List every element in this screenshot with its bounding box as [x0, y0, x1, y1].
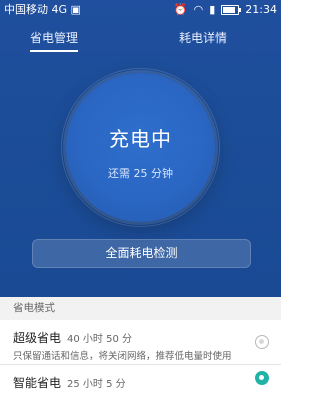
mode-name: 智能省电: [13, 376, 62, 390]
tab-power-management[interactable]: 省电管理: [30, 26, 78, 50]
wifi-icon: ◠: [193, 3, 204, 16]
mode-description: 只保留通话和信息，将关闭网络，推荐低电量时使用: [13, 351, 232, 362]
charging-status-circle: 充电中 还需 25 分钟: [61, 68, 220, 227]
full-power-check-button[interactable]: 全面耗电检测: [32, 239, 251, 268]
mode-title: 超级省电 40 小时 50 分: [13, 329, 132, 346]
tab-power-details[interactable]: 耗电详情: [179, 26, 227, 50]
mode-row-smart-saving[interactable]: 智能省电 25 小时 5 分: [0, 365, 281, 400]
mode-title: 智能省电 25 小时 5 分: [13, 374, 126, 391]
power-mode-section-label: 省电模式: [0, 297, 281, 320]
mode-name: 超级省电: [13, 331, 62, 345]
mode-radio-super-saving[interactable]: [255, 335, 269, 349]
status-time: 21:34: [245, 3, 277, 16]
header-panel: 中国移动 4G ▣ ⏰ ◠ ▮ 21:34 省电管理 耗电详情 充电中 还需 2…: [0, 0, 281, 297]
charging-remaining-time: 还需 25 分钟: [108, 167, 173, 180]
image-icon: ▣: [70, 3, 81, 16]
mode-time: 25 小时 5 分: [67, 379, 126, 390]
mode-time: 40 小时 50 分: [67, 334, 133, 345]
carrier-label: 中国移动 4G: [4, 3, 68, 16]
battery-icon: [221, 4, 242, 15]
charging-title: 充电中: [109, 127, 172, 151]
status-bar: 中国移动 4G ▣ ⏰ ◠ ▮ 21:34: [0, 0, 281, 19]
alarm-icon: ⏰: [173, 3, 188, 16]
signal-4g-icon: ▮: [209, 3, 216, 16]
active-tab-indicator: [30, 50, 78, 52]
tab-bar: 省电管理 耗电详情: [0, 26, 281, 52]
mode-row-super-saving[interactable]: 超级省电 40 小时 50 分 只保留通话和信息，将关闭网络，推荐低电量时使用: [0, 320, 281, 365]
mode-radio-smart-saving[interactable]: [255, 371, 269, 385]
